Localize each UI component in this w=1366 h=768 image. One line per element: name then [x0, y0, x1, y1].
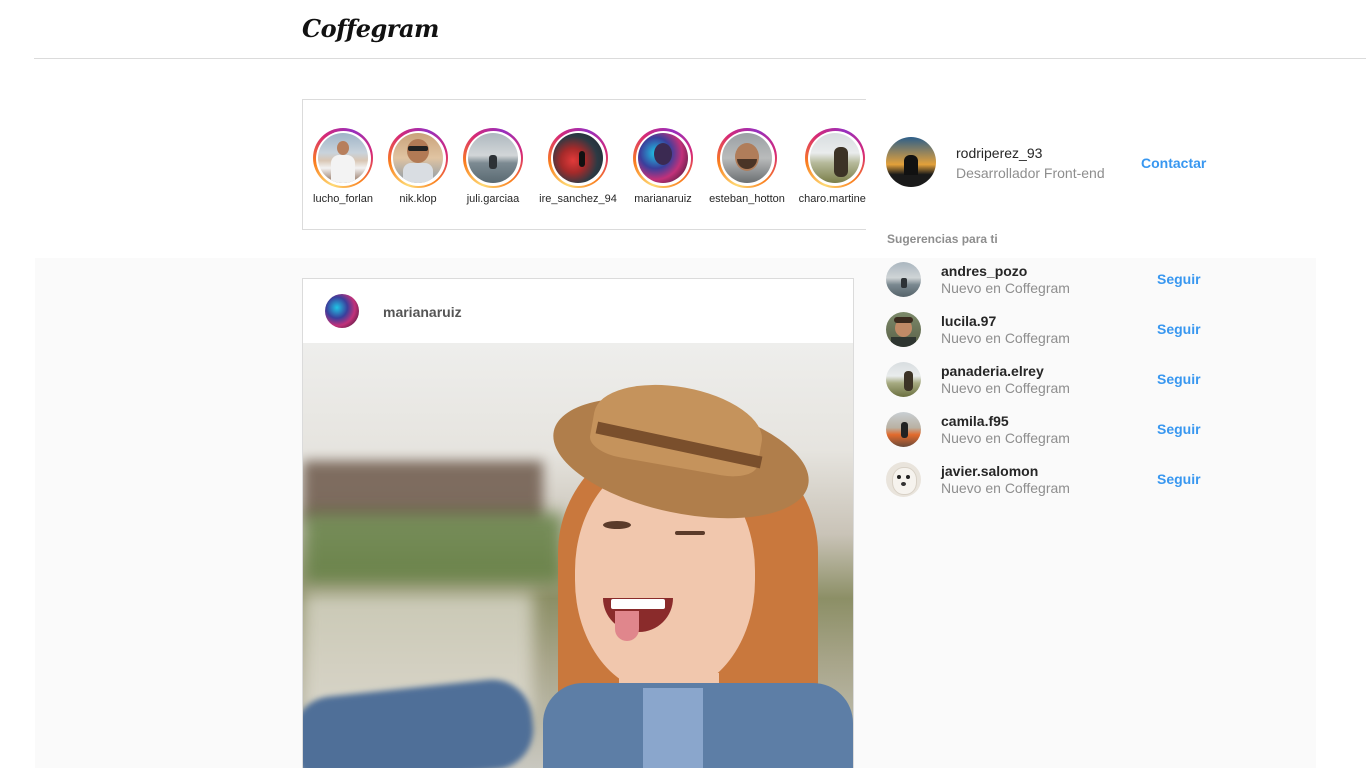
story-ring [388, 128, 448, 188]
follow-button[interactable]: Seguir [1157, 371, 1201, 387]
story-avatar [318, 133, 368, 183]
follow-button[interactable]: Seguir [1157, 271, 1201, 287]
follow-button[interactable]: Seguir [1157, 321, 1201, 337]
suggestion-item: lucila.97 Nuevo en Coffegram Seguir [886, 312, 1206, 348]
current-user-username[interactable]: rodriperez_93 [956, 145, 1042, 161]
suggestion-avatar[interactable] [886, 312, 921, 347]
suggestion-username[interactable]: javier.salomon [941, 463, 1038, 479]
suggestion-avatar[interactable] [886, 362, 921, 397]
suggestion-avatar[interactable] [886, 462, 921, 497]
follow-button[interactable]: Seguir [1157, 421, 1201, 437]
story-username: juli.garciaa [466, 193, 520, 205]
story-item[interactable]: ire_sanchez_94 [538, 128, 618, 205]
suggestion-avatar[interactable] [886, 412, 921, 447]
story-ring [805, 128, 865, 188]
header-divider [34, 58, 1366, 59]
story-avatar [722, 133, 772, 183]
story-item[interactable]: esteban_hotton [707, 128, 787, 205]
suggestion-avatar[interactable] [886, 262, 921, 297]
suggestion-subtitle: Nuevo en Coffegram [941, 280, 1070, 296]
story-username: marianaruiz [634, 193, 692, 205]
stories-bar: lucho_forlan nik.klop juli.garciaa ire_s… [302, 99, 866, 230]
suggestion-subtitle: Nuevo en Coffegram [941, 430, 1070, 446]
suggestion-username[interactable]: panaderia.elrey [941, 363, 1044, 379]
post-card: marianaruiz [302, 278, 854, 768]
suggestion-username[interactable]: camila.f95 [941, 413, 1009, 429]
current-user-avatar[interactable] [886, 137, 936, 187]
post-author-avatar[interactable] [325, 294, 359, 328]
story-item[interactable]: marianaruiz [623, 128, 703, 205]
current-user-bio: Desarrollador Front-end [956, 165, 1105, 181]
story-item[interactable]: nik.klop [378, 128, 458, 205]
suggestion-username[interactable]: andres_pozo [941, 263, 1027, 279]
story-ring [313, 128, 373, 188]
suggestions-title: Sugerencias para ti [887, 232, 998, 246]
current-user-card: rodriperez_93 Desarrollador Front-end Co… [886, 137, 1206, 187]
story-avatar [638, 133, 688, 183]
story-avatar [468, 133, 518, 183]
story-item[interactable]: juli.garciaa [453, 128, 533, 205]
suggestion-subtitle: Nuevo en Coffegram [941, 480, 1070, 496]
post-author-username[interactable]: marianaruiz [383, 304, 462, 320]
post-image[interactable] [303, 343, 853, 768]
story-avatar [393, 133, 443, 183]
story-username: esteban_hotton [709, 193, 785, 205]
story-ring [717, 128, 777, 188]
app-logo[interactable]: Coffegram [302, 14, 439, 43]
suggestion-subtitle: Nuevo en Coffegram [941, 380, 1070, 396]
story-username: charo.martinez [798, 193, 866, 205]
story-username: nik.klop [399, 193, 437, 205]
suggestion-item: andres_pozo Nuevo en Coffegram Seguir [886, 262, 1206, 298]
suggestion-item: javier.salomon Nuevo en Coffegram Seguir [886, 462, 1206, 498]
story-username: lucho_forlan [313, 193, 373, 205]
suggestion-item: camila.f95 Nuevo en Coffegram Seguir [886, 412, 1206, 448]
story-username: ire_sanchez_94 [539, 193, 617, 205]
suggestion-username[interactable]: lucila.97 [941, 313, 996, 329]
suggestion-item: panaderia.elrey Nuevo en Coffegram Segui… [886, 362, 1206, 398]
top-navbar: Coffegram [0, 0, 1366, 58]
story-ring [463, 128, 523, 188]
follow-button[interactable]: Seguir [1157, 471, 1201, 487]
story-item[interactable]: charo.martinez [795, 128, 866, 205]
story-ring [633, 128, 693, 188]
post-header: marianaruiz [303, 279, 853, 343]
story-ring [548, 128, 608, 188]
story-avatar [553, 133, 603, 183]
story-item[interactable]: lucho_forlan [303, 128, 383, 205]
story-avatar [810, 133, 860, 183]
contact-button[interactable]: Contactar [1141, 155, 1206, 171]
suggestion-subtitle: Nuevo en Coffegram [941, 330, 1070, 346]
